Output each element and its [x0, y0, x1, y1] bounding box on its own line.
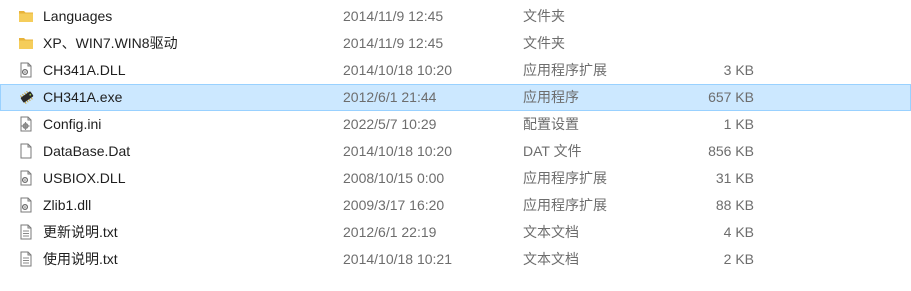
- file-date: 2014/10/18 10:21: [343, 251, 452, 267]
- file-size: 657 KB: [708, 89, 754, 105]
- file-date: 2014/10/18 10:20: [343, 62, 452, 78]
- file-name: XP、WIN7.WIN8驱动: [43, 35, 178, 51]
- file-list: Languages 2014/11/9 12:45 文件夹 XP、WIN7.WI…: [0, 3, 911, 273]
- file-date: 2012/6/1 21:44: [343, 89, 437, 105]
- file-date: 2014/10/18 10:20: [343, 143, 452, 159]
- file-name: Languages: [43, 8, 113, 24]
- file-type: 应用程序扩展: [523, 62, 607, 78]
- blank-file-icon: [18, 139, 38, 164]
- file-size: 856 KB: [708, 143, 754, 159]
- ini-settings-icon: [18, 112, 38, 137]
- file-size: 31 KB: [715, 170, 754, 186]
- dll-file-icon: [18, 166, 38, 191]
- file-date: 2008/10/15 0:00: [343, 170, 445, 186]
- file-date: 2022/5/7 10:29: [343, 116, 437, 132]
- file-row-database-dat[interactable]: DataBase.Dat 2014/10/18 10:20 DAT 文件 856…: [0, 138, 911, 165]
- file-row-zlib1-dll[interactable]: Zlib1.dll 2009/3/17 16:20 应用程序扩展 88 KB: [0, 192, 911, 219]
- file-size: 2 KB: [723, 251, 754, 267]
- file-type: 文件夹: [523, 35, 565, 51]
- file-type: 文本文档: [523, 251, 579, 267]
- file-row-languages[interactable]: Languages 2014/11/9 12:45 文件夹: [0, 3, 911, 30]
- text-file-icon: [18, 247, 38, 272]
- file-date: 2014/11/9 12:45: [343, 35, 444, 51]
- file-type: 应用程序: [523, 89, 579, 105]
- file-size: 3 KB: [723, 62, 754, 78]
- file-date: 2012/6/1 22:19: [343, 224, 437, 240]
- file-date: 2009/3/17 16:20: [343, 197, 445, 213]
- file-row-ch341a-exe[interactable]: CH341A.exe 2012/6/1 21:44 应用程序 657 KB: [0, 84, 911, 111]
- file-name: DataBase.Dat: [43, 143, 131, 159]
- exe-chip-icon: [18, 85, 38, 110]
- file-name: Config.ini: [43, 116, 102, 132]
- file-type: 应用程序扩展: [523, 170, 607, 186]
- file-row-ch341a-dll[interactable]: CH341A.DLL 2014/10/18 10:20 应用程序扩展 3 KB: [0, 57, 911, 84]
- file-type: 应用程序扩展: [523, 197, 607, 213]
- folder-icon: [18, 4, 38, 29]
- file-type: DAT 文件: [523, 143, 582, 159]
- file-name: CH341A.DLL: [43, 62, 126, 78]
- file-size: 88 KB: [715, 197, 754, 213]
- folder-icon: [18, 31, 38, 56]
- dll-file-icon: [18, 58, 38, 83]
- file-row-usage-notes-txt[interactable]: 使用说明.txt 2014/10/18 10:21 文本文档 2 KB: [0, 246, 911, 273]
- file-row-xp-win7-win8-driver[interactable]: XP、WIN7.WIN8驱动 2014/11/9 12:45 文件夹: [0, 30, 911, 57]
- file-name: 使用说明.txt: [43, 251, 118, 267]
- file-row-update-notes-txt[interactable]: 更新说明.txt 2012/6/1 22:19 文本文档 4 KB: [0, 219, 911, 246]
- text-file-icon: [18, 220, 38, 245]
- file-type: 文件夹: [523, 8, 565, 24]
- file-name: 更新说明.txt: [43, 224, 118, 240]
- file-name: Zlib1.dll: [43, 197, 92, 213]
- file-name: CH341A.exe: [43, 89, 123, 105]
- file-size: 1 KB: [723, 116, 754, 132]
- dll-file-icon: [18, 193, 38, 218]
- file-type: 文本文档: [523, 224, 579, 240]
- file-row-config-ini[interactable]: Config.ini 2022/5/7 10:29 配置设置 1 KB: [0, 111, 911, 138]
- file-date: 2014/11/9 12:45: [343, 8, 444, 24]
- file-type: 配置设置: [523, 116, 579, 132]
- file-size: 4 KB: [723, 224, 754, 240]
- file-name: USBIOX.DLL: [43, 170, 126, 186]
- file-row-usbiox-dll[interactable]: USBIOX.DLL 2008/10/15 0:00 应用程序扩展 31 KB: [0, 165, 911, 192]
